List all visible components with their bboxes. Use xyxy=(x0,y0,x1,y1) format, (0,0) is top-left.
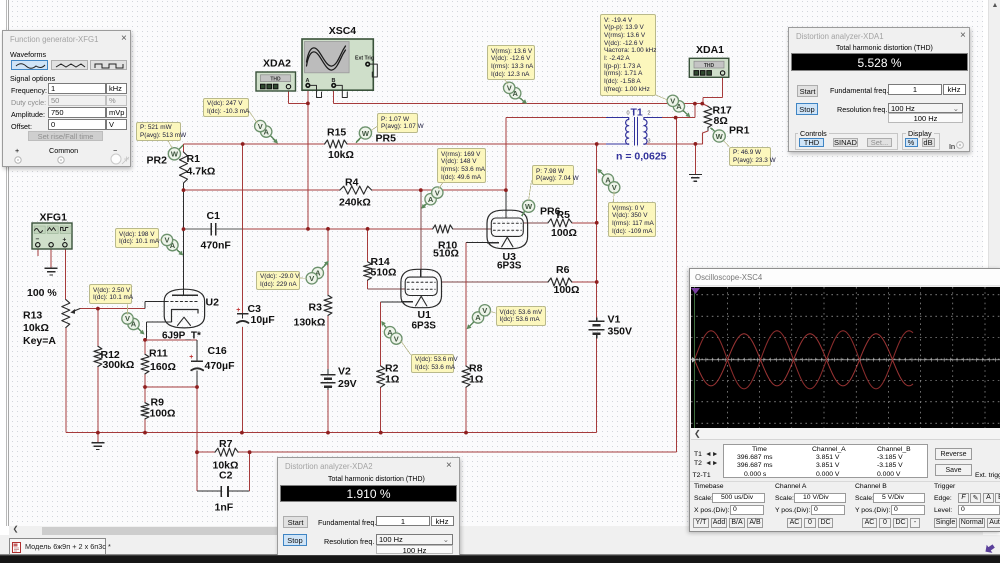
svg-text:V: V xyxy=(482,306,487,315)
svg-text:10µF: 10µF xyxy=(251,314,276,326)
svg-text:+: + xyxy=(236,307,240,314)
svg-text:PR2: PR2 xyxy=(147,155,168,167)
svg-text:100Ω: 100Ω xyxy=(551,227,577,239)
svg-text:V1: V1 xyxy=(608,314,621,326)
svg-text:6P3S: 6P3S xyxy=(497,261,522,272)
svg-text:XSC4: XSC4 xyxy=(329,25,357,37)
svg-text:C1: C1 xyxy=(207,210,221,222)
svg-text:+: + xyxy=(189,354,193,361)
svg-text:V: V xyxy=(612,183,617,192)
svg-text:XDA1: XDA1 xyxy=(696,44,724,56)
svg-text:W: W xyxy=(525,202,533,211)
svg-text:Key=A: Key=A xyxy=(23,335,56,347)
svg-text:W: W xyxy=(362,129,370,138)
svg-text:470nF: 470nF xyxy=(201,240,232,252)
svg-text:470µF: 470µF xyxy=(205,360,236,372)
svg-text:V: V xyxy=(394,334,399,343)
svg-text:100 %: 100 % xyxy=(27,287,57,299)
svg-text:n = 0,0625: n = 0,0625 xyxy=(616,151,667,163)
svg-text:R13: R13 xyxy=(23,310,42,322)
svg-text:0: 0 xyxy=(627,111,630,117)
svg-text:R7: R7 xyxy=(219,438,233,450)
svg-text:R4: R4 xyxy=(345,177,359,189)
svg-text:R5: R5 xyxy=(557,209,571,221)
svg-text:V: V xyxy=(670,97,675,106)
svg-text:2: 2 xyxy=(648,111,651,117)
svg-text:100Ω: 100Ω xyxy=(554,284,580,296)
svg-text:U2: U2 xyxy=(206,297,220,309)
svg-text:PR1: PR1 xyxy=(729,125,750,137)
svg-text:8Ω: 8Ω xyxy=(714,115,728,127)
svg-text:V: V xyxy=(125,314,130,323)
svg-text:R15: R15 xyxy=(327,127,346,139)
svg-text:R6: R6 xyxy=(556,264,570,276)
svg-text:W: W xyxy=(171,150,179,159)
svg-text:1nF: 1nF xyxy=(215,502,234,514)
svg-text:160Ω: 160Ω xyxy=(150,361,176,373)
svg-text:Ext Trig: Ext Trig xyxy=(355,56,374,62)
svg-text:10kΩ: 10kΩ xyxy=(23,322,49,334)
svg-text:4.7kΩ: 4.7kΩ xyxy=(187,166,216,178)
svg-text:−: − xyxy=(36,236,40,243)
svg-text:6J9P_T*: 6J9P_T* xyxy=(162,331,201,342)
svg-text:6P3S: 6P3S xyxy=(412,321,437,332)
svg-text:V: V xyxy=(164,236,169,245)
svg-text:510Ω: 510Ω xyxy=(433,248,459,260)
svg-text:510Ω: 510Ω xyxy=(371,267,397,279)
svg-text:R3: R3 xyxy=(309,302,323,314)
svg-text:29V: 29V xyxy=(338,378,357,390)
svg-text:350V: 350V xyxy=(608,326,633,338)
svg-text:10kΩ: 10kΩ xyxy=(328,149,354,161)
svg-text:V: V xyxy=(507,84,512,93)
svg-text:V: V xyxy=(435,188,440,197)
svg-text:V: V xyxy=(258,122,263,131)
svg-text:PR5: PR5 xyxy=(376,133,397,145)
svg-text:THD: THD xyxy=(270,77,281,83)
svg-text:V: V xyxy=(309,274,314,283)
svg-text:300kΩ: 300kΩ xyxy=(103,359,135,371)
svg-text:R11: R11 xyxy=(149,348,168,360)
svg-text:XDA2: XDA2 xyxy=(263,57,291,69)
svg-text:XFG1: XFG1 xyxy=(40,212,68,224)
svg-text:T1: T1 xyxy=(631,107,643,119)
svg-text:THD: THD xyxy=(704,63,715,69)
svg-text:1Ω: 1Ω xyxy=(469,374,483,386)
svg-text:3: 3 xyxy=(648,139,651,145)
svg-text:130kΩ: 130kΩ xyxy=(294,317,326,329)
svg-text:W: W xyxy=(716,132,724,141)
svg-text:1Ω: 1Ω xyxy=(385,374,399,386)
svg-text:V2: V2 xyxy=(338,366,351,378)
svg-text:100Ω: 100Ω xyxy=(150,408,176,420)
svg-text:R1: R1 xyxy=(187,153,201,165)
svg-text:240kΩ: 240kΩ xyxy=(339,197,371,209)
svg-text:C2: C2 xyxy=(219,470,233,482)
svg-text:U1: U1 xyxy=(418,309,432,321)
svg-text:C16: C16 xyxy=(208,345,227,357)
